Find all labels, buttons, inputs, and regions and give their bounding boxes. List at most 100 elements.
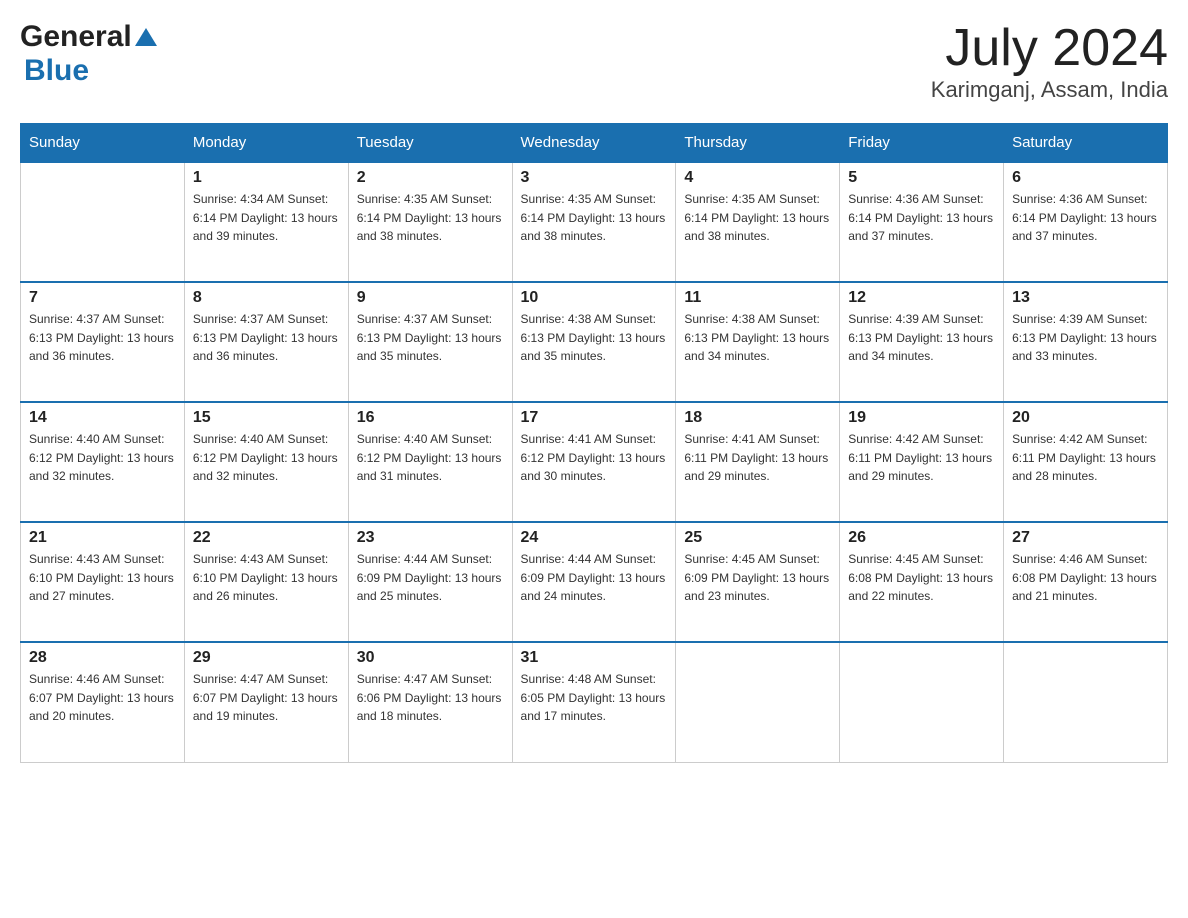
header-day-saturday: Saturday	[1004, 124, 1168, 163]
calendar-cell: 10 Sunrise: 4:38 AM Sunset: 6:13 PM Dayli…	[512, 282, 676, 402]
day-number: 24	[521, 529, 668, 547]
calendar-cell: 7 Sunrise: 4:37 AM Sunset: 6:13 PM Daylig…	[21, 282, 185, 402]
day-number: 22	[193, 529, 340, 547]
calendar-cell: 26 Sunrise: 4:45 AM Sunset: 6:08 PM Dayli…	[840, 522, 1004, 642]
page-subtitle: Karimganj, Assam, India	[931, 77, 1168, 103]
calendar-cell	[840, 642, 1004, 762]
day-detail: Sunrise: 4:37 AM Sunset: 6:13 PM Dayligh…	[193, 310, 340, 366]
calendar-cell	[21, 162, 185, 282]
calendar-cell: 18Sunrise: 4:41 AM Sunset: 6:11 PM Dayli…	[676, 402, 840, 522]
day-number: 11	[684, 289, 831, 307]
day-number: 2	[357, 169, 504, 187]
header-day-thursday: Thursday	[676, 124, 840, 163]
day-detail: Sunrise: 4:47 AM Sunset: 6:06 PM Dayligh…	[357, 670, 504, 726]
calendar-cell: 13 Sunrise: 4:39 AM Sunset: 6:13 PM Dayli…	[1004, 282, 1168, 402]
day-number: 8	[193, 289, 340, 307]
calendar-cell: 8 Sunrise: 4:37 AM Sunset: 6:13 PM Daylig…	[184, 282, 348, 402]
calendar-cell: 4Sunrise: 4:35 AM Sunset: 6:14 PM Daylig…	[676, 162, 840, 282]
calendar-cell: 1Sunrise: 4:34 AM Sunset: 6:14 PM Daylig…	[184, 162, 348, 282]
calendar-cell: 20Sunrise: 4:42 AM Sunset: 6:11 PM Dayli…	[1004, 402, 1168, 522]
calendar-week-2: 7 Sunrise: 4:37 AM Sunset: 6:13 PM Daylig…	[21, 282, 1168, 402]
day-number: 26	[848, 529, 995, 547]
logo-blue-text: Blue	[24, 54, 89, 88]
calendar-cell: 6Sunrise: 4:36 AM Sunset: 6:14 PM Daylig…	[1004, 162, 1168, 282]
day-number: 28	[29, 649, 176, 667]
calendar-cell: 16Sunrise: 4:40 AM Sunset: 6:12 PM Dayli…	[348, 402, 512, 522]
day-detail: Sunrise: 4:42 AM Sunset: 6:11 PM Dayligh…	[1012, 430, 1159, 486]
header-day-monday: Monday	[184, 124, 348, 163]
day-number: 12	[848, 289, 995, 307]
day-number: 9	[357, 289, 504, 307]
calendar-cell: 9 Sunrise: 4:37 AM Sunset: 6:13 PM Daylig…	[348, 282, 512, 402]
day-number: 18	[684, 409, 831, 427]
calendar-cell: 23Sunrise: 4:44 AM Sunset: 6:09 PM Dayli…	[348, 522, 512, 642]
day-detail: Sunrise: 4:41 AM Sunset: 6:12 PM Dayligh…	[521, 430, 668, 486]
calendar-cell: 11Sunrise: 4:38 AM Sunset: 6:13 PM Dayli…	[676, 282, 840, 402]
calendar-table: SundayMondayTuesdayWednesdayThursdayFrid…	[20, 123, 1168, 763]
calendar-cell: 5Sunrise: 4:36 AM Sunset: 6:14 PM Daylig…	[840, 162, 1004, 282]
day-detail: Sunrise: 4:45 AM Sunset: 6:08 PM Dayligh…	[848, 550, 995, 606]
day-number: 10	[521, 289, 668, 307]
day-number: 29	[193, 649, 340, 667]
calendar-week-1: 1Sunrise: 4:34 AM Sunset: 6:14 PM Daylig…	[21, 162, 1168, 282]
calendar-cell	[676, 642, 840, 762]
header-day-wednesday: Wednesday	[512, 124, 676, 163]
calendar-week-3: 14 Sunrise: 4:40 AM Sunset: 6:12 PM Dayli…	[21, 402, 1168, 522]
calendar-cell: 19 Sunrise: 4:42 AM Sunset: 6:11 PM Dayli…	[840, 402, 1004, 522]
title-block: July 2024 Karimganj, Assam, India	[931, 20, 1168, 103]
day-number: 3	[521, 169, 668, 187]
day-detail: Sunrise: 4:39 AM Sunset: 6:13 PM Dayligh…	[1012, 310, 1159, 366]
calendar-cell: 14 Sunrise: 4:40 AM Sunset: 6:12 PM Dayli…	[21, 402, 185, 522]
day-number: 21	[29, 529, 176, 547]
calendar-cell: 15Sunrise: 4:40 AM Sunset: 6:12 PM Dayli…	[184, 402, 348, 522]
header-day-sunday: Sunday	[21, 124, 185, 163]
day-detail: Sunrise: 4:40 AM Sunset: 6:12 PM Dayligh…	[29, 430, 176, 486]
day-number: 5	[848, 169, 995, 187]
calendar-week-4: 21 Sunrise: 4:43 AM Sunset: 6:10 PM Dayli…	[21, 522, 1168, 642]
day-detail: Sunrise: 4:42 AM Sunset: 6:11 PM Dayligh…	[848, 430, 995, 486]
header-row: SundayMondayTuesdayWednesdayThursdayFrid…	[21, 124, 1168, 163]
page-title: July 2024	[931, 20, 1168, 77]
day-number: 17	[521, 409, 668, 427]
day-detail: Sunrise: 4:43 AM Sunset: 6:10 PM Dayligh…	[193, 550, 340, 606]
calendar-body: 1Sunrise: 4:34 AM Sunset: 6:14 PM Daylig…	[21, 162, 1168, 762]
header-day-friday: Friday	[840, 124, 1004, 163]
calendar-cell: 21 Sunrise: 4:43 AM Sunset: 6:10 PM Dayli…	[21, 522, 185, 642]
day-detail: Sunrise: 4:40 AM Sunset: 6:12 PM Dayligh…	[193, 430, 340, 486]
day-detail: Sunrise: 4:44 AM Sunset: 6:09 PM Dayligh…	[521, 550, 668, 606]
day-detail: Sunrise: 4:37 AM Sunset: 6:13 PM Dayligh…	[29, 310, 176, 366]
calendar-cell: 12Sunrise: 4:39 AM Sunset: 6:13 PM Dayli…	[840, 282, 1004, 402]
calendar-cell: 22 Sunrise: 4:43 AM Sunset: 6:10 PM Dayli…	[184, 522, 348, 642]
calendar-cell: 31 Sunrise: 4:48 AM Sunset: 6:05 PM Dayli…	[512, 642, 676, 762]
day-number: 7	[29, 289, 176, 307]
day-detail: Sunrise: 4:44 AM Sunset: 6:09 PM Dayligh…	[357, 550, 504, 606]
day-detail: Sunrise: 4:43 AM Sunset: 6:10 PM Dayligh…	[29, 550, 176, 606]
calendar-cell: 2 Sunrise: 4:35 AM Sunset: 6:14 PM Daylig…	[348, 162, 512, 282]
day-detail: Sunrise: 4:38 AM Sunset: 6:13 PM Dayligh…	[521, 310, 668, 366]
calendar-cell: 3 Sunrise: 4:35 AM Sunset: 6:14 PM Daylig…	[512, 162, 676, 282]
day-number: 31	[521, 649, 668, 667]
day-detail: Sunrise: 4:45 AM Sunset: 6:09 PM Dayligh…	[684, 550, 831, 606]
day-detail: Sunrise: 4:48 AM Sunset: 6:05 PM Dayligh…	[521, 670, 668, 726]
header-day-tuesday: Tuesday	[348, 124, 512, 163]
day-number: 1	[193, 169, 340, 187]
day-detail: Sunrise: 4:35 AM Sunset: 6:14 PM Dayligh…	[521, 190, 668, 246]
day-detail: Sunrise: 4:46 AM Sunset: 6:07 PM Dayligh…	[29, 670, 176, 726]
day-number: 19	[848, 409, 995, 427]
calendar-cell	[1004, 642, 1168, 762]
day-number: 30	[357, 649, 504, 667]
day-number: 6	[1012, 169, 1159, 187]
calendar-cell: 27Sunrise: 4:46 AM Sunset: 6:08 PM Dayli…	[1004, 522, 1168, 642]
calendar-cell: 28 Sunrise: 4:46 AM Sunset: 6:07 PM Dayli…	[21, 642, 185, 762]
day-detail: Sunrise: 4:46 AM Sunset: 6:08 PM Dayligh…	[1012, 550, 1159, 606]
day-detail: Sunrise: 4:35 AM Sunset: 6:14 PM Dayligh…	[684, 190, 831, 246]
day-detail: Sunrise: 4:47 AM Sunset: 6:07 PM Dayligh…	[193, 670, 340, 726]
calendar-week-5: 28 Sunrise: 4:46 AM Sunset: 6:07 PM Dayli…	[21, 642, 1168, 762]
day-number: 13	[1012, 289, 1159, 307]
day-detail: Sunrise: 4:35 AM Sunset: 6:14 PM Dayligh…	[357, 190, 504, 246]
day-number: 14	[29, 409, 176, 427]
page-header: General Blue July 2024 Karimganj, Assam,…	[20, 20, 1168, 103]
calendar-cell: 24 Sunrise: 4:44 AM Sunset: 6:09 PM Dayli…	[512, 522, 676, 642]
day-number: 16	[357, 409, 504, 427]
day-detail: Sunrise: 4:37 AM Sunset: 6:13 PM Dayligh…	[357, 310, 504, 366]
